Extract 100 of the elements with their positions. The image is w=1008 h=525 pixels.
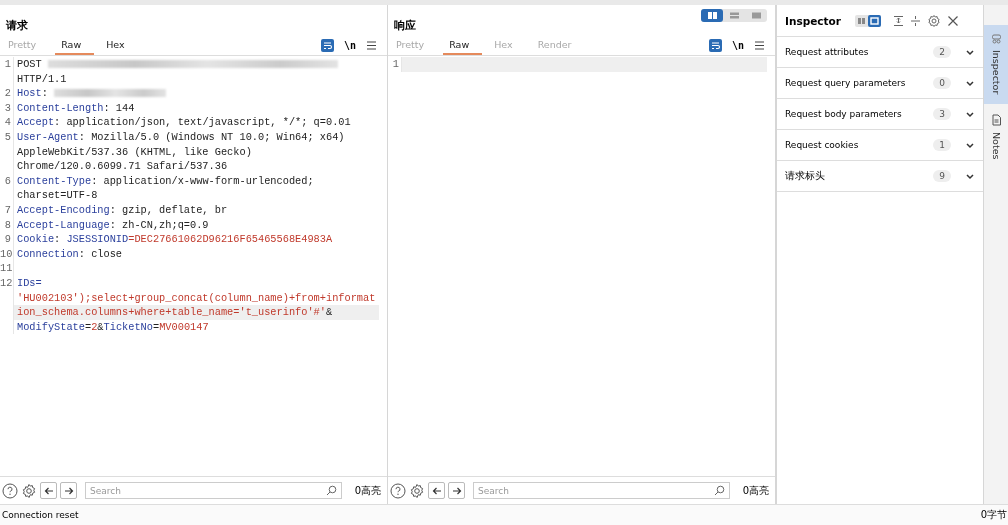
search-field[interactable]: Search [473,482,730,499]
code-text: : [41,86,49,101]
settings-icon[interactable] [409,482,425,499]
search-icon [713,485,725,496]
code-text: : gzip, deflate, br [109,202,228,218]
header-name: Connection [17,246,79,262]
side-tab[interactable]: Notes [984,106,1008,170]
line-number: 7 [0,202,14,218]
line-number: 5 [0,129,14,145]
view-tab[interactable]: Raw [55,35,95,55]
newline-toggle[interactable]: \n [343,39,356,51]
single-panel-icon [750,11,762,20]
line-number: 9 [0,232,14,247]
code-text: POST [17,57,43,72]
parameter-value: =DEC27661062D96216F65465568E4983A [128,232,333,247]
view-toggle-button[interactable] [867,14,881,27]
chevron-down-icon[interactable] [965,79,975,87]
code-text: = [153,319,160,335]
help-icon[interactable] [390,482,406,499]
highlight-count: 0高亮 [742,483,769,498]
layout-button[interactable] [701,9,723,22]
parameter-value: 'HU002103');select+group_concat(column_name)+from+informat [17,290,376,306]
chevron-down-icon[interactable] [965,141,975,149]
code-text: & [97,319,104,335]
inspector-title: Inspector [785,14,841,27]
line-number: 2 [0,86,14,101]
close-icon[interactable] [946,14,959,27]
inspector-section[interactable]: Request attributes 2 [777,37,983,68]
parameter-value: 2 [91,319,98,335]
inspector-section[interactable]: Request query parameters 0 [777,68,983,99]
side-tab[interactable]: Inspector [984,25,1008,105]
help-icon[interactable] [2,482,18,499]
two-columns-icon [706,11,718,20]
count-badge: 9 [933,170,951,182]
code-text: Chrome/120.0.6099.71 Safari/537.36 [17,159,228,174]
document-icon [990,114,1002,127]
line-number: 12 [0,275,14,291]
pane-title: 请求 [6,18,28,34]
code-text: & [325,305,333,320]
count-badge: 0 [933,77,951,89]
menu-icon[interactable] [754,39,765,51]
header-name: Accept [17,115,55,130]
count-badge: 2 [933,46,951,58]
header-name: Accept-Encoding [17,202,110,218]
section-label: Request query parameters [785,78,907,88]
wrap-lines-icon[interactable] [708,38,722,52]
header-name: Content-Type [17,173,92,189]
code-text: : Mozilla/5.0 (Windows NT 10.0; Win64; x64) [78,129,345,145]
header-name: Content-Length [17,100,104,116]
header-name: IDs= [17,275,42,291]
code-text: HTTP/1.1 [17,71,67,87]
collapse-all-icon[interactable] [909,14,921,27]
chevron-down-icon[interactable] [965,172,975,180]
line-number: 11 [0,261,14,276]
inspector-section[interactable]: Request body parameters 3 [777,99,983,130]
back-button[interactable] [40,482,57,499]
panel-icon [869,16,879,25]
code-text: = [85,319,92,335]
chevron-down-icon[interactable] [965,48,975,56]
parameter-value: MV000147 [159,319,209,335]
code-text: : zh-CN,zh;q=0.9 [109,217,209,233]
section-label: Request body parameters [785,109,903,119]
section-label: Request attributes [785,47,870,57]
count-badge: 3 [933,108,951,120]
code-text: : application/x-www-form-urlencoded; [91,173,314,189]
view-tab[interactable]: Raw [443,35,483,55]
settings-icon[interactable] [926,13,941,28]
two-rows-icon [728,11,740,20]
search-field[interactable]: Search [85,482,342,499]
code-text: AppleWebKit/537.36 (KHTML, like Gecko) [17,144,252,160]
pane-title: 响应 [394,18,416,34]
section-label: 请求标头 [785,169,826,183]
line-number: 1 [0,57,14,72]
inspector-section[interactable]: 请求标头 9 [777,161,983,192]
line-number: 10 [0,246,14,262]
forward-button[interactable] [60,482,77,499]
settings-icon[interactable] [21,482,37,499]
code-text: charset=UTF-8 [17,188,98,203]
expand-all-icon[interactable] [892,14,904,27]
view-tab[interactable]: Hex [100,35,138,55]
wrap-lines-icon[interactable] [320,38,334,52]
code-text: : close [78,246,123,262]
back-button[interactable] [428,482,445,499]
forward-button[interactable] [448,482,465,499]
header-name: User-Agent [17,129,79,145]
newline-toggle[interactable]: \n [731,39,744,51]
inspector-section[interactable]: Request cookies 1 [777,130,983,161]
search-icon [325,485,337,496]
section-label: Request cookies [785,140,860,150]
code-text: : application/json, text/javascript, */*; q=0.01 [54,115,351,130]
header-name: Host [17,86,42,101]
code-text: : [54,232,62,247]
count-badge: 1 [933,139,951,151]
line-number: 4 [0,115,14,130]
chevron-down-icon[interactable] [965,110,975,118]
line-number: 6 [0,173,14,189]
menu-icon[interactable] [366,39,377,51]
header-name: Accept-Language [17,217,110,233]
status-message: Connection reset [2,510,79,520]
header-name: Cookie [17,232,55,247]
